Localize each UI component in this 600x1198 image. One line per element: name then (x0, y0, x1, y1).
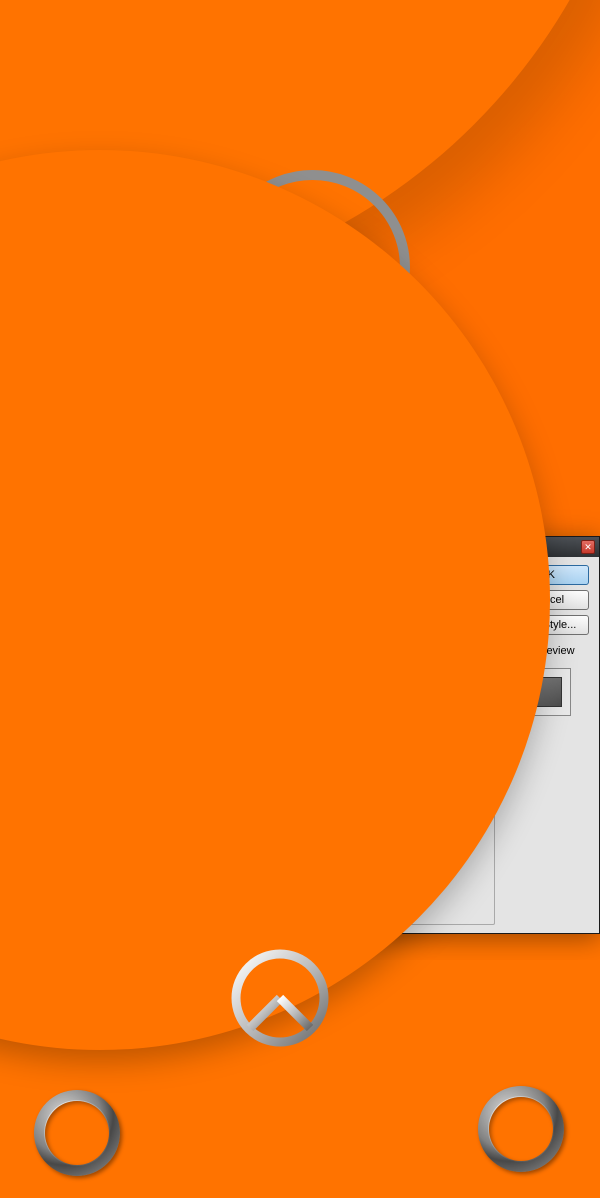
bottom-canvas (0, 960, 600, 1198)
close-button[interactable]: ✕ (581, 540, 595, 554)
close-icon: ✕ (584, 543, 592, 552)
metal-ring-right (478, 1086, 564, 1172)
metal-ring-left (34, 1090, 120, 1176)
peace-symbol (230, 948, 330, 1048)
